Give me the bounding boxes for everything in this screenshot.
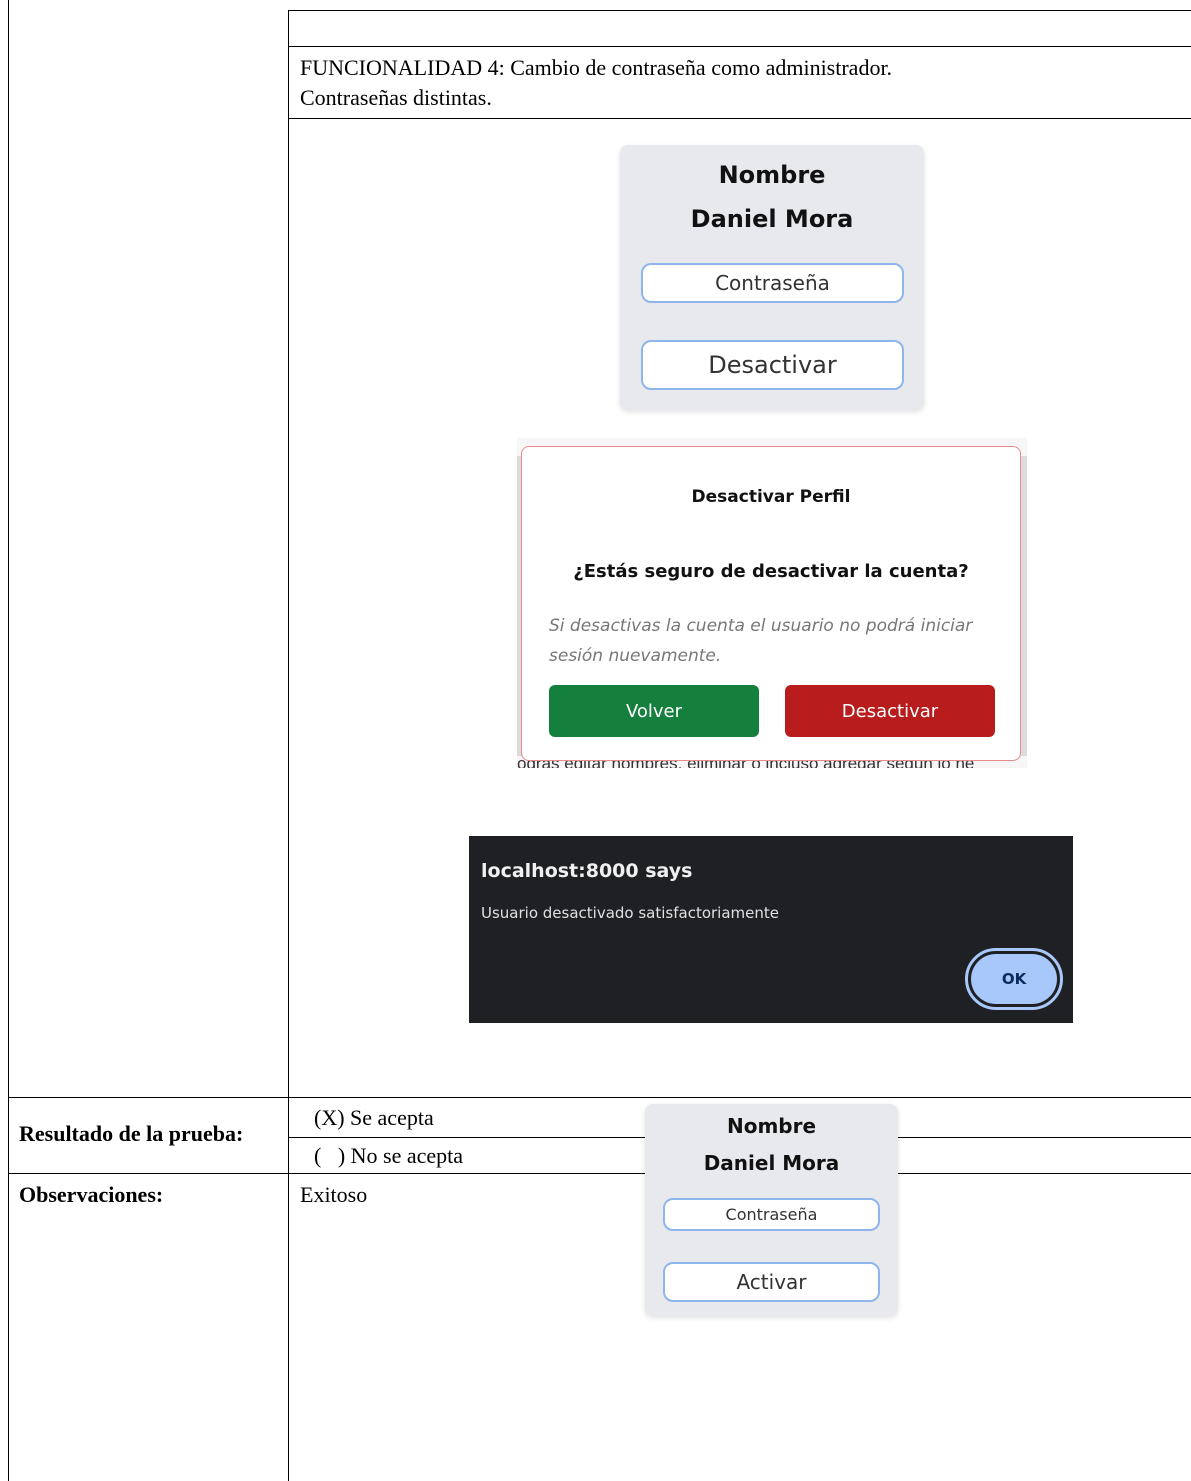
observaciones-value: Exitoso (300, 1182, 368, 1207)
observaciones-label: Observaciones: (19, 1182, 164, 1207)
password-button[interactable]: Contraseña (641, 263, 904, 303)
profile-card-after: Nombre Daniel Mora Contraseña Activar (645, 1104, 898, 1316)
deactivate-modal-screenshot: odrás editar nombres, eliminar o incluso… (517, 438, 1027, 768)
profile-card-before: Nombre Daniel Mora Contraseña Desactivar (620, 145, 924, 410)
row-line-observaciones-top (8, 1173, 1191, 1174)
row-line-funcionalidad-bottom (288, 118, 1191, 119)
deactivate-toggle-button[interactable]: Desactivar (641, 340, 904, 390)
card-name-label: Nombre (718, 161, 826, 189)
confirm-deactivate-button[interactable]: Desactivar (785, 685, 995, 737)
table-column-divider (288, 10, 289, 1481)
card-user-name: Daniel Mora (690, 205, 854, 233)
activate-toggle-button[interactable]: Activar (663, 1262, 880, 1302)
browser-alert-dialog: localhost:8000 says Usuario desactivado … (469, 836, 1073, 1023)
row-line-resultado-top (8, 1097, 1191, 1098)
alert-message: Usuario desactivado satisfactoriamente (481, 904, 779, 922)
back-button[interactable]: Volver (549, 685, 759, 737)
resultado-label: Resultado de la prueba: (19, 1121, 244, 1146)
funcionalidad-line-2: Contraseñas distintas. (300, 85, 492, 110)
modal-title: Desactivar Perfil (691, 487, 851, 507)
alert-title: localhost:8000 says (481, 860, 693, 882)
funcionalidad-line-1: FUNCIONALIDAD 4: Cambio de contraseña co… (300, 55, 893, 80)
ok-button-label: OK (971, 954, 1057, 1004)
table-left-border (8, 0, 9, 1481)
resultado-reject: ( ) No se acepta (314, 1143, 464, 1168)
modal-note: Si desactivas la cuenta el usuario no po… (549, 616, 973, 666)
row-line-top (288, 10, 1191, 11)
ok-button[interactable]: OK (965, 948, 1063, 1010)
row-line-funcionalidad-top (288, 46, 1191, 47)
modal-question: ¿Estás seguro de desactivar la cuenta? (573, 561, 969, 582)
deactivate-profile-modal: Desactivar Perfil ¿Estás seguro de desac… (521, 446, 1021, 761)
password-button[interactable]: Contraseña (663, 1198, 880, 1231)
card-user-name: Daniel Mora (703, 1151, 840, 1175)
card-name-label: Nombre (726, 1114, 817, 1138)
resultado-accept: (X) Se acepta (314, 1105, 434, 1130)
